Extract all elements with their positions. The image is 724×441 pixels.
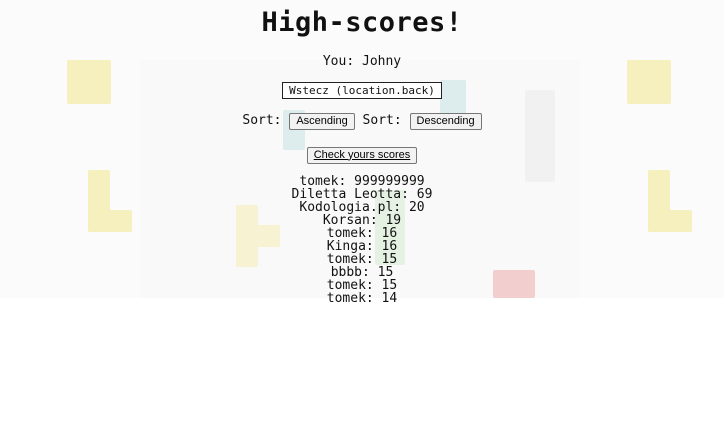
score-entry: Diletta Leotta: 69 xyxy=(291,186,433,202)
sort-label: Sort: xyxy=(362,113,402,128)
score-entry: Korsan: 19 xyxy=(322,212,402,228)
sort-controls: Sort: Ascending Sort: Descending xyxy=(0,112,724,131)
score-entry: Kodologia.pl: 20 xyxy=(299,199,425,215)
score-entry: tomek: 15 xyxy=(326,277,398,293)
back-button[interactable]: Wstecz (location.back) xyxy=(282,82,442,99)
player-name: You: Johny xyxy=(322,54,402,69)
highscores-panel: High-scores! You: Johny Wstecz (location… xyxy=(0,0,724,305)
score-entry: bbbb: 15 xyxy=(330,264,394,280)
score-entry: tomek: 15 xyxy=(326,251,398,267)
sort-descending-button[interactable]: Descending xyxy=(409,112,482,130)
sort-label: Sort: xyxy=(242,113,282,128)
sort-ascending-button[interactable]: Ascending xyxy=(289,112,355,130)
score-entry: Kinga: 16 xyxy=(326,238,398,254)
score-entry: tomek: 999999999 xyxy=(299,173,425,189)
check-scores-button[interactable]: Check yours scores xyxy=(306,146,418,164)
score-entry: tomek: 16 xyxy=(326,225,398,241)
score-entry: tomek: 14 xyxy=(326,290,398,306)
page-title: High-scores! xyxy=(261,7,463,38)
score-list: tomek: 999999999 Diletta Leotta: 69 Kodo… xyxy=(0,175,724,305)
